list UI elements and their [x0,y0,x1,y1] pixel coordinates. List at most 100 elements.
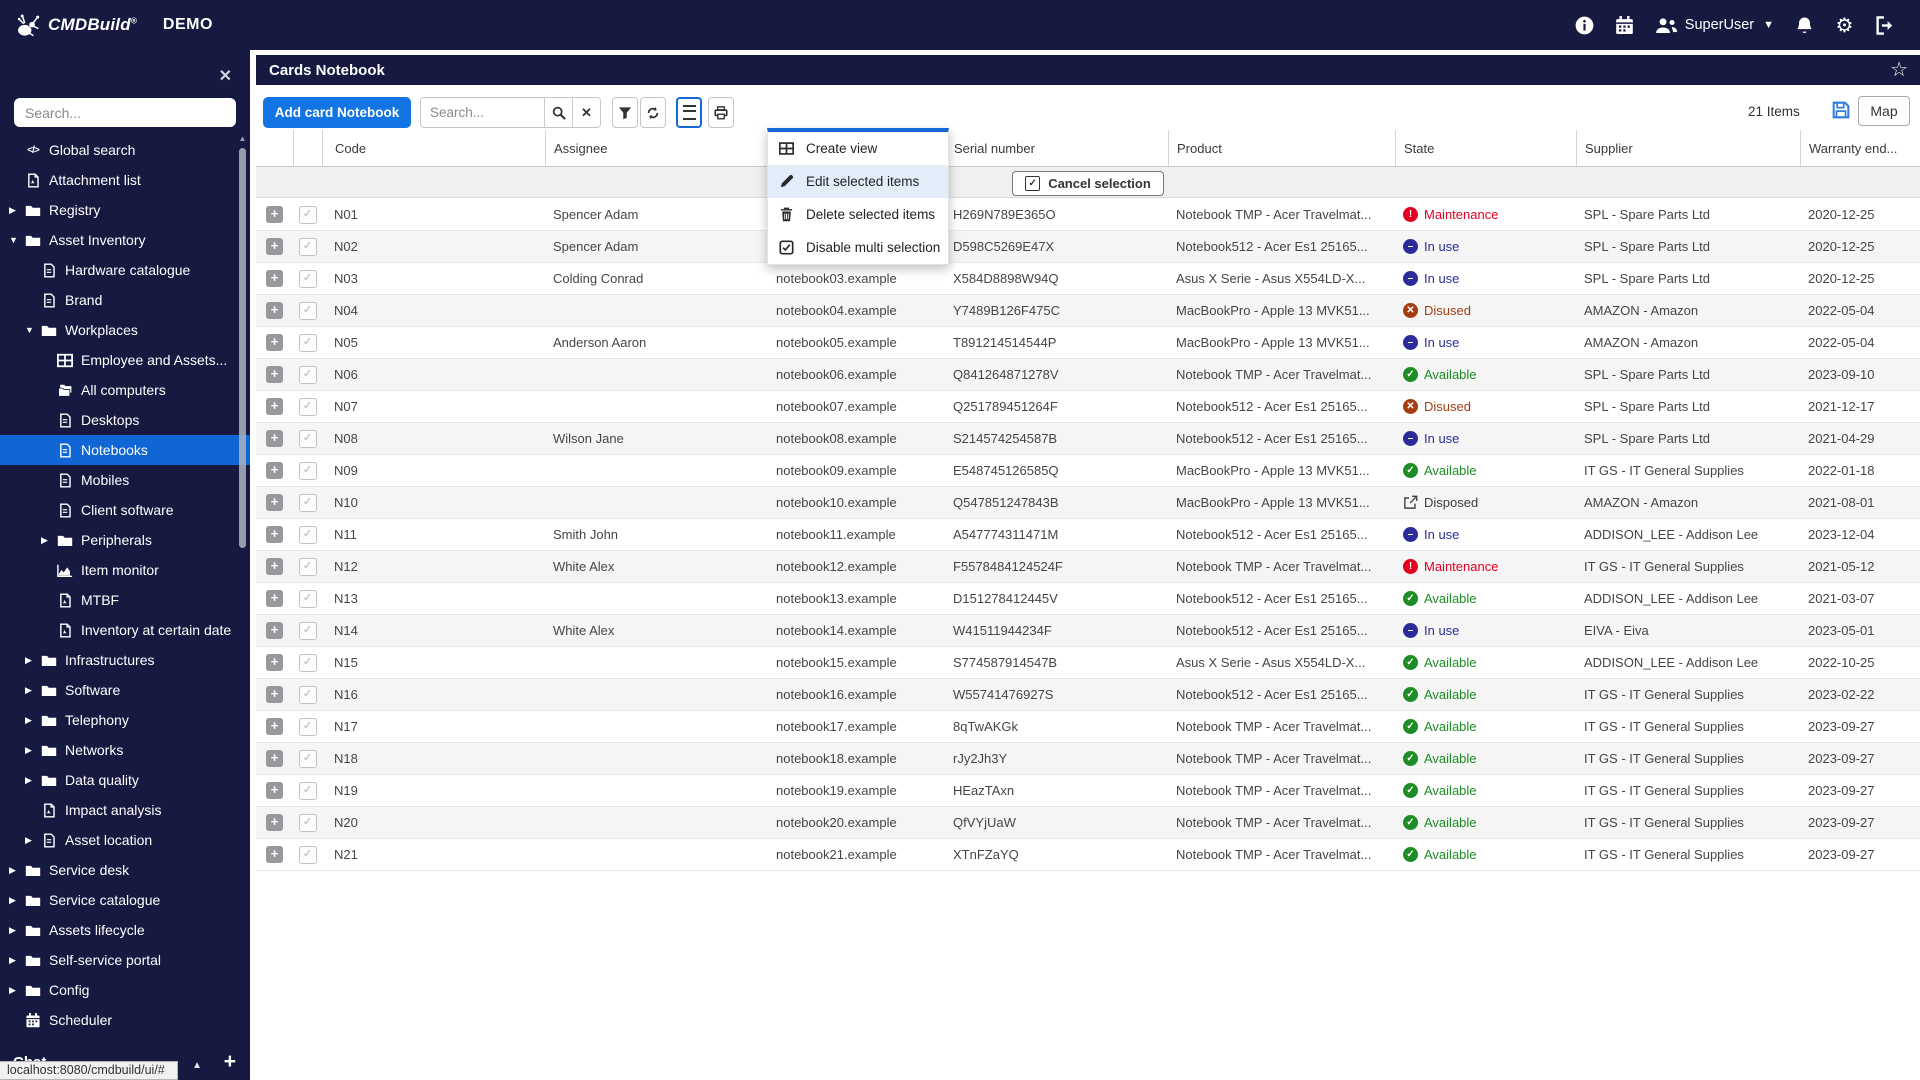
column-header-supplier[interactable]: Supplier [1576,130,1800,166]
sidebar-item-mtbf[interactable]: MTBF [0,585,250,615]
settings-gear-icon[interactable]: ⚙ [1835,15,1854,37]
sidebar-item-employee-and-assets[interactable]: Employee and Assets... [0,345,250,375]
sidebar-item-software[interactable]: ▶ Software [0,675,250,705]
sidebar-search-input[interactable] [14,98,236,127]
row-checkbox[interactable]: ✓ [298,685,317,704]
row-checkbox[interactable]: ✓ [298,653,317,672]
chevron-down-icon[interactable]: ▼ [9,235,24,245]
column-header-code[interactable]: Code [322,130,545,166]
row-checkbox[interactable]: ✓ [298,525,317,544]
row-checkbox[interactable]: ✓ [298,333,317,352]
search-icon[interactable] [544,98,572,127]
expand-row-button[interactable]: + [266,494,283,511]
table-row[interactable]: + ✓ N07 notebook07.example Q251789451264F Not… [256,391,1920,423]
menu-item-disable-multi-selection[interactable]: Disable multi selection [768,231,948,264]
notifications-bell-icon[interactable] [1795,16,1814,35]
expand-row-button[interactable]: + [266,206,283,223]
chevron-right-icon[interactable]: ▶ [9,955,24,966]
table-row[interactable]: + ✓ N20 notebook20.example QfVYjUaW Notebook … [256,807,1920,839]
row-checkbox[interactable]: ✓ [298,269,317,288]
chevron-right-icon[interactable]: ▶ [25,745,40,756]
expand-row-button[interactable]: + [266,238,283,255]
chevron-right-icon[interactable]: ▶ [9,985,24,996]
sidebar-item-notebooks[interactable]: Notebooks [0,435,250,465]
sidebar-scrollbar[interactable]: ▲ ▼ [237,134,248,1080]
sidebar-item-asset-location[interactable]: ▶ Asset location [0,825,250,855]
row-checkbox[interactable]: ✓ [298,589,317,608]
expand-row-button[interactable]: + [266,462,283,479]
chevron-right-icon[interactable]: ▶ [9,205,24,216]
expand-row-button[interactable]: + [266,590,283,607]
sidebar-item-scheduler[interactable]: Scheduler [0,1005,250,1035]
sidebar-item-peripherals[interactable]: ▶ Peripherals [0,525,250,555]
expand-row-button[interactable]: + [266,622,283,639]
chevron-right-icon[interactable]: ▶ [9,925,24,936]
chevron-right-icon[interactable]: ▶ [41,535,56,546]
row-checkbox[interactable]: ✓ [298,461,317,480]
table-search-input[interactable] [421,98,544,127]
column-header-assignee[interactable]: Assignee [545,130,768,166]
table-row[interactable]: + ✓ N16 notebook16.example W55741476927S Note… [256,679,1920,711]
sidebar-item-assets-lifecycle[interactable]: ▶ Assets lifecycle [0,915,250,945]
expand-row-button[interactable]: + [266,334,283,351]
row-checkbox[interactable]: ✓ [298,301,317,320]
table-row[interactable]: + ✓ N17 notebook17.example 8qTwAKGk Notebook … [256,711,1920,743]
sidebar-item-desktops[interactable]: Desktops [0,405,250,435]
sidebar-item-impact-analysis[interactable]: Impact analysis [0,795,250,825]
scrollbar-thumb[interactable] [239,148,246,548]
row-checkbox[interactable]: ✓ [298,365,317,384]
column-header-product[interactable]: Product [1168,130,1395,166]
table-row[interactable]: + ✓ N21 notebook21.example XTnFZaYQ Notebook … [256,839,1920,871]
print-button[interactable] [708,97,734,128]
sidebar-item-all-computers[interactable]: All computers [0,375,250,405]
row-checkbox[interactable]: ✓ [298,557,317,576]
row-checkbox[interactable]: ✓ [298,845,317,864]
sidebar-item-global-search[interactable]: </> Global search [0,135,250,165]
column-header-serial-number[interactable]: Serial number [945,130,1168,166]
sidebar-item-self-service-portal[interactable]: ▶ Self-service portal [0,945,250,975]
table-row[interactable]: + ✓ N02 Spencer Adam D598C5269E47X Notebook51… [256,231,1920,263]
column-header-state[interactable]: State [1395,130,1576,166]
sidebar-item-workplaces[interactable]: ▼ Workplaces [0,315,250,345]
expand-row-button[interactable]: + [266,558,283,575]
save-view-icon[interactable] [1832,101,1850,119]
chevron-right-icon[interactable]: ▶ [25,835,40,846]
expand-row-button[interactable]: + [266,782,283,799]
table-row[interactable]: + ✓ N10 notebook10.example Q547851247843B Mac… [256,487,1920,519]
sidebar-item-brand[interactable]: Brand [0,285,250,315]
column-header-warranty-end[interactable]: Warranty end... [1800,130,1920,166]
row-checkbox[interactable]: ✓ [298,429,317,448]
grid-menu-button[interactable] [676,97,702,128]
map-button[interactable]: Map [1858,96,1910,126]
expand-row-button[interactable]: + [266,526,283,543]
info-icon[interactable] [1575,16,1594,35]
row-checkbox[interactable]: ✓ [298,781,317,800]
sidebar-item-registry[interactable]: ▶ Registry [0,195,250,225]
table-row[interactable]: + ✓ N04 notebook04.example Y7489B126F475C Mac… [256,295,1920,327]
table-row[interactable]: + ✓ N14 White Alex notebook14.example W415119… [256,615,1920,647]
table-row[interactable]: + ✓ N01 Spencer Adam H269N789E365O Notebook T… [256,199,1920,231]
table-row[interactable]: + ✓ N13 notebook13.example D151278412445V Not… [256,583,1920,615]
table-row[interactable]: + ✓ N11 Smith John notebook11.example A547774… [256,519,1920,551]
sidebar-item-item-monitor[interactable]: Item monitor [0,555,250,585]
row-checkbox[interactable]: ✓ [298,493,317,512]
expand-row-button[interactable]: + [266,270,283,287]
expand-row-button[interactable]: + [266,686,283,703]
table-row[interactable]: + ✓ N18 notebook18.example rJy2Jh3Y Notebook … [256,743,1920,775]
chat-collapse-icon[interactable]: ▲ [192,1060,202,1071]
table-row[interactable]: + ✓ N03 Colding Conrad notebook03.example X58… [256,263,1920,295]
expand-row-button[interactable]: + [266,366,283,383]
sidebar-item-service-catalogue[interactable]: ▶ Service catalogue [0,885,250,915]
cancel-selection-button[interactable]: ✓ Cancel selection [1012,171,1164,196]
expand-row-button[interactable]: + [266,718,283,735]
logout-icon[interactable] [1875,15,1894,35]
table-row[interactable]: + ✓ N08 Wilson Jane notebook08.example S21457… [256,423,1920,455]
table-row[interactable]: + ✓ N15 notebook15.example S774587914547B Asu… [256,647,1920,679]
sidebar-item-attachment-list[interactable]: Attachment list [0,165,250,195]
refresh-button[interactable] [640,97,666,128]
menu-item-delete-selected-items[interactable]: Delete selected items [768,198,948,231]
row-checkbox[interactable]: ✓ [298,205,317,224]
chat-add-icon[interactable]: + [224,1050,236,1074]
expand-row-button[interactable]: + [266,750,283,767]
sidebar-item-telephony[interactable]: ▶ Telephony [0,705,250,735]
